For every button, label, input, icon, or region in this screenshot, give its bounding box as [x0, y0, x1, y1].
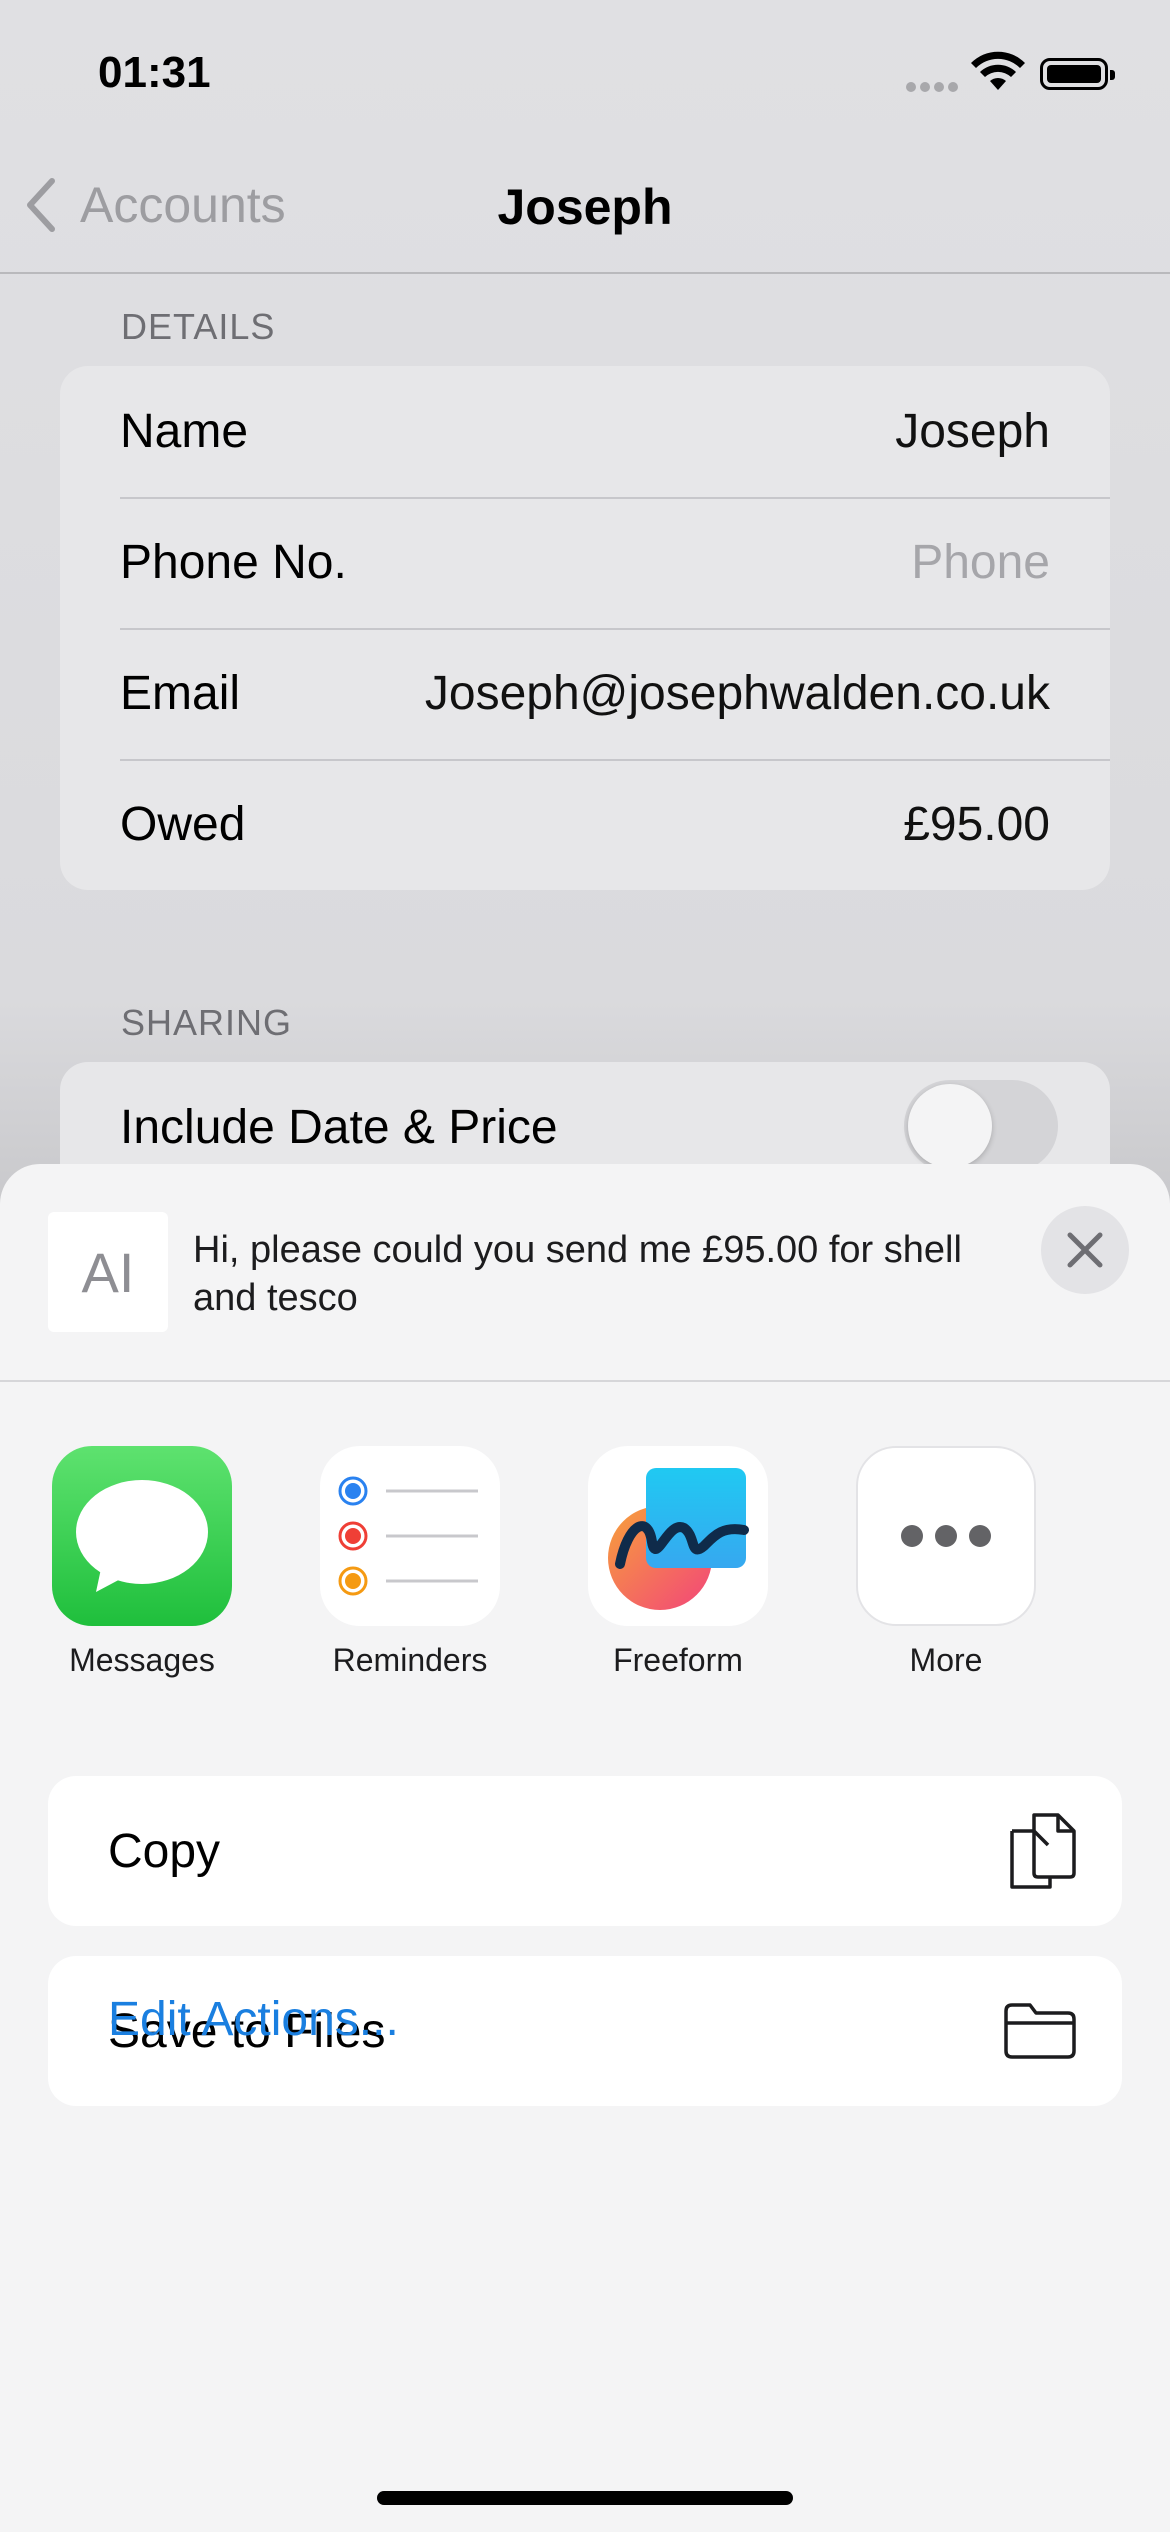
details-section-header: DETAILS: [121, 306, 276, 347]
include-date-price-label: Include Date & Price: [120, 1101, 558, 1154]
email-field[interactable]: Joseph@josephwalden.co.uk: [425, 666, 1050, 721]
close-button[interactable]: [1041, 1206, 1129, 1294]
owed-row[interactable]: Owed £95.00: [60, 759, 1110, 890]
name-label: Name: [120, 405, 249, 458]
phone-row[interactable]: Phone No. Phone: [60, 497, 1110, 628]
share-preview-text: Hi, please could you send me £95.00 for …: [193, 1229, 962, 1319]
status-time: 01:31: [98, 48, 211, 97]
name-row[interactable]: Name Joseph: [60, 366, 1110, 497]
name-value[interactable]: Joseph: [895, 404, 1050, 459]
folder-icon: [1004, 2003, 1076, 2059]
share-app-reminders[interactable]: Reminders: [320, 1446, 500, 1679]
share-app-messages[interactable]: Messages: [52, 1446, 232, 1679]
close-icon: [1067, 1232, 1103, 1268]
reminders-app-icon: [320, 1446, 500, 1626]
share-app-freeform[interactable]: Freeform: [588, 1446, 768, 1679]
phone-field[interactable]: Phone: [911, 535, 1050, 590]
share-app-more[interactable]: More: [856, 1446, 1036, 1679]
nav-divider: [0, 272, 1170, 274]
home-indicator[interactable]: [377, 2491, 793, 2505]
copy-label: Copy: [108, 1824, 221, 1878]
messages-label: Messages: [69, 1642, 215, 1678]
owed-label: Owed: [120, 798, 246, 851]
more-icon: [856, 1446, 1036, 1626]
share-sheet: AI Hi, please could you send me £95.00 f…: [0, 1164, 1170, 2532]
details-group: Name Joseph Phone No. Phone Email Joseph…: [60, 366, 1110, 890]
cellular-signal-icon: [906, 82, 958, 92]
email-label: Email: [120, 667, 241, 720]
phone-label: Phone No.: [120, 536, 347, 589]
sharing-section-header: SHARING: [121, 1002, 293, 1043]
copy-button[interactable]: Copy: [48, 1776, 1122, 1926]
more-label: More: [909, 1642, 983, 1678]
sheet-divider: [0, 1380, 1170, 1382]
messages-app-icon: [52, 1446, 232, 1626]
wifi-icon: [971, 51, 1025, 90]
owed-value[interactable]: £95.00: [903, 797, 1050, 852]
freeform-label: Freeform: [613, 1642, 743, 1678]
battery-icon: [1040, 58, 1115, 90]
copy-icon: [1010, 1813, 1076, 1889]
edit-actions-link[interactable]: Edit Actions...: [108, 1992, 399, 2047]
preview-glyph: AI: [81, 1240, 135, 1304]
text-document-icon: AI: [48, 1212, 168, 1332]
email-row[interactable]: Email Joseph@josephwalden.co.uk: [60, 628, 1110, 759]
freeform-app-icon: [588, 1446, 768, 1626]
reminders-label: Reminders: [332, 1642, 488, 1678]
page-title: Joseph: [497, 179, 673, 235]
include-date-price-toggle[interactable]: [904, 1080, 1058, 1172]
